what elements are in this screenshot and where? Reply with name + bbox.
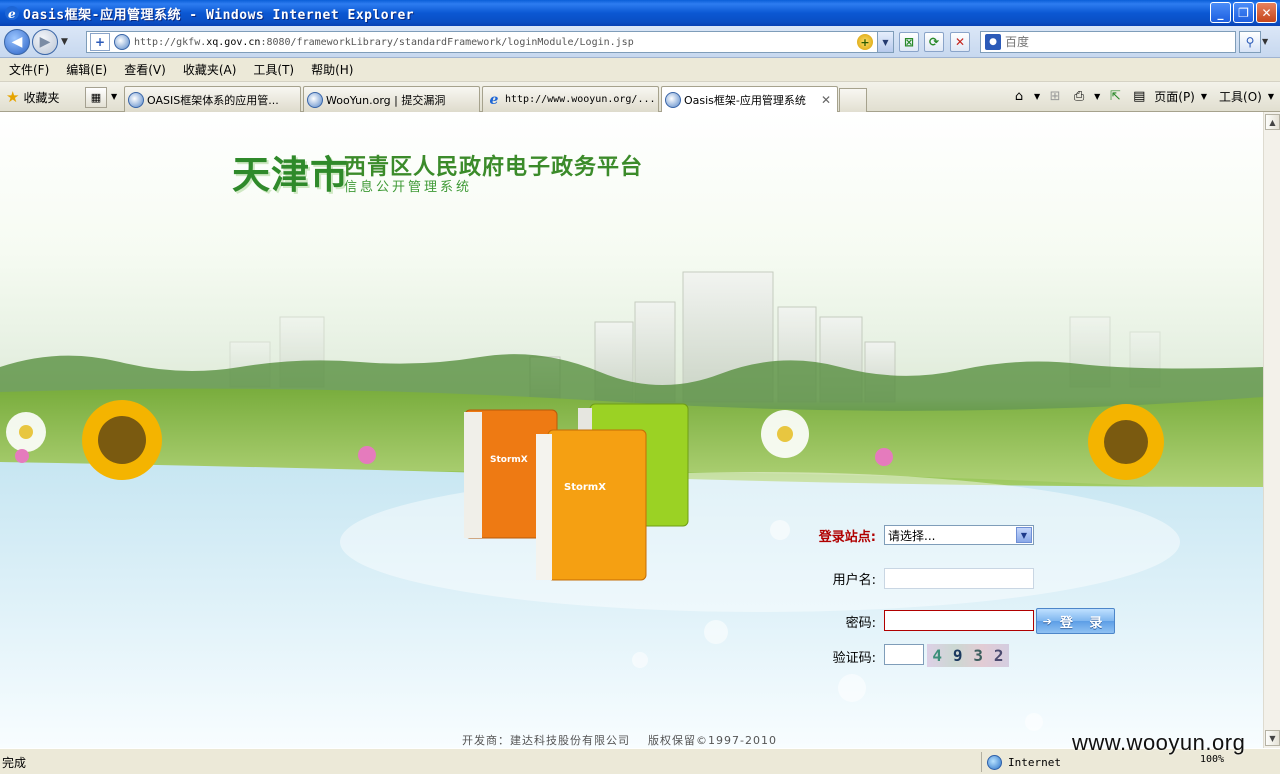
- feeds-icon[interactable]: ⊞: [1046, 87, 1064, 105]
- tab-label: http://www.wooyun.org/...: [505, 94, 656, 105]
- menu-favorites[interactable]: 收藏夹(A): [183, 61, 237, 78]
- oasis-icon: [307, 91, 323, 108]
- menu-bar: 文件(F) 编辑(E) 查看(V) 收藏夹(A) 工具(T) 帮助(H): [0, 58, 1280, 82]
- search-icon[interactable]: ⚲: [1239, 31, 1261, 53]
- scroll-down-icon[interactable]: ▼: [1265, 730, 1280, 746]
- menu-tools[interactable]: 工具(T): [253, 61, 294, 78]
- address-dropdown-icon[interactable]: ▼: [877, 32, 893, 52]
- site-favicon-icon: [114, 34, 130, 50]
- menu-view[interactable]: 查看(V): [124, 61, 166, 78]
- back-button[interactable]: ◀: [4, 29, 30, 55]
- close-tab-icon[interactable]: ✕: [821, 93, 831, 107]
- search-options-dropdown-icon[interactable]: ▼: [1262, 37, 1268, 46]
- vertical-scrollbar[interactable]: ▲ ▼: [1263, 112, 1280, 748]
- share-icon[interactable]: ⇱: [1106, 87, 1124, 105]
- captcha-image[interactable]: 4 9 3 2: [927, 644, 1009, 667]
- add-favorite-icon[interactable]: +: [90, 33, 110, 51]
- password-label: 密码:: [845, 616, 876, 631]
- forward-button[interactable]: ▶: [32, 29, 58, 55]
- menu-help[interactable]: 帮助(H): [311, 61, 353, 78]
- login-button-label: 登 录: [1059, 615, 1109, 631]
- login-button[interactable]: ➔ 登 录: [1036, 608, 1115, 634]
- site-select-value: 请选择...: [888, 528, 936, 543]
- chevron-down-icon[interactable]: ▼: [1016, 527, 1032, 543]
- baidu-paw-icon: ●: [985, 34, 1001, 50]
- tab-label: WooYun.org | 提交漏洞: [326, 93, 446, 107]
- window-title: Oasis框架-应用管理系统 - Windows Internet Explor…: [23, 7, 415, 23]
- username-input[interactable]: [884, 568, 1034, 589]
- tools-menu[interactable]: 工具(O): [1219, 88, 1262, 105]
- history-dropdown-icon[interactable]: ▼: [61, 37, 68, 47]
- page-dropdown-icon[interactable]: ▼: [1201, 92, 1207, 101]
- tab-list-dropdown-icon[interactable]: ▼: [111, 92, 117, 101]
- rss-feed-icon[interactable]: ⊠: [899, 32, 919, 52]
- compatibility-icon[interactable]: +: [857, 34, 873, 50]
- tab-label: OASIS框架体系的应用管...: [147, 93, 279, 107]
- window-titlebar: e Oasis框架-应用管理系统 - Windows Internet Expl…: [0, 0, 1280, 26]
- captcha-digit: 9: [952, 646, 963, 665]
- tab-bar: ★ 收藏夹 ▦ ▼ OASIS框架体系的应用管... WooYun.org | …: [0, 82, 1280, 113]
- new-tab-button[interactable]: [839, 88, 867, 112]
- print-icon[interactable]: ⎙: [1070, 87, 1088, 105]
- captcha-digit: 4: [932, 646, 943, 665]
- logo-city: 天津市: [232, 153, 350, 197]
- site-label: 登录站点:: [818, 530, 876, 545]
- menu-file[interactable]: 文件(F): [9, 61, 49, 78]
- quick-tabs-icon[interactable]: ▦: [85, 87, 107, 108]
- tab-oasis-app[interactable]: Oasis框架-应用管理系统 ✕: [661, 86, 838, 113]
- zone-label: Internet: [1008, 755, 1061, 769]
- close-button[interactable]: ✕: [1256, 2, 1277, 23]
- search-box[interactable]: ●: [980, 31, 1236, 53]
- svg-text:e: e: [8, 7, 16, 21]
- search-input[interactable]: [1005, 35, 1225, 49]
- home-dropdown-icon[interactable]: ▼: [1034, 92, 1040, 101]
- url-text: http://gkfw.xq.gov.cn:8080/frameworkLibr…: [134, 36, 634, 48]
- globe-icon: [987, 754, 1002, 770]
- captcha-label: 验证码:: [832, 651, 876, 666]
- username-label: 用户名:: [832, 573, 876, 588]
- favorites-button[interactable]: ★ 收藏夹: [6, 88, 59, 106]
- status-text: 完成: [2, 756, 27, 770]
- page-footer: 开发商：建达科技股份有限公司 版权保留©1997-2010: [462, 734, 777, 747]
- tools-dropdown-icon[interactable]: ▼: [1268, 92, 1274, 101]
- captcha-input[interactable]: [884, 644, 924, 665]
- password-input[interactable]: [884, 610, 1034, 631]
- tab-oasis-framework[interactable]: OASIS框架体系的应用管...: [124, 86, 301, 112]
- print-dropdown-icon[interactable]: ▼: [1094, 92, 1100, 101]
- navigation-bar: ◀ ▶ ▼ + http://gkfw.xq.gov.cn:8080/frame…: [0, 26, 1280, 58]
- site-select[interactable]: 请选择... ▼: [884, 525, 1034, 545]
- arrow-right-icon: ➔: [1042, 614, 1052, 628]
- ie-icon: e: [489, 91, 499, 108]
- star-icon: ★: [6, 88, 20, 106]
- watermark: www.wooyun.org: [1072, 730, 1246, 755]
- security-zone[interactable]: Internet: [981, 752, 1061, 772]
- tab-wooyun-url[interactable]: e http://www.wooyun.org/...: [482, 86, 659, 112]
- scroll-up-icon[interactable]: ▲: [1265, 114, 1280, 130]
- page-content: StormX StormX 天津市 西青区人民政府电子政务平台 信息公开管理系统…: [0, 112, 1263, 748]
- svg-text:StormX: StormX: [564, 482, 606, 493]
- logo-subtitle: 信息公开管理系统: [344, 180, 473, 195]
- page-menu[interactable]: 页面(P): [1154, 88, 1195, 105]
- oasis-icon: [128, 91, 144, 108]
- menu-edit[interactable]: 编辑(E): [66, 61, 107, 78]
- home-icon[interactable]: ⌂: [1010, 87, 1028, 105]
- restore-button[interactable]: ❐: [1233, 2, 1254, 23]
- refresh-icon[interactable]: ⟳: [924, 32, 944, 52]
- minimize-button[interactable]: _: [1210, 2, 1231, 23]
- stop-icon[interactable]: ✕: [950, 32, 970, 52]
- captcha-digit: 3: [973, 646, 984, 665]
- research-icon[interactable]: ▤: [1130, 87, 1148, 105]
- address-field[interactable]: + http://gkfw.xq.gov.cn:8080/frameworkLi…: [86, 31, 894, 53]
- svg-text:StormX: StormX: [490, 455, 528, 465]
- ie-logo-icon: e: [5, 6, 19, 21]
- oasis-icon: [665, 92, 681, 108]
- command-bar: ⌂ ▼ ⊞ ⎙ ▼ ⇱ ▤ 页面(P) ▼ 工具(O) ▼: [1010, 87, 1274, 105]
- tab-wooyun-submit[interactable]: WooYun.org | 提交漏洞: [303, 86, 480, 112]
- favorites-label: 收藏夹: [23, 90, 60, 105]
- background-scenery: StormX StormX: [0, 271, 1263, 748]
- captcha-digit: 2: [993, 646, 1004, 665]
- tab-label: Oasis框架-应用管理系统: [684, 94, 806, 107]
